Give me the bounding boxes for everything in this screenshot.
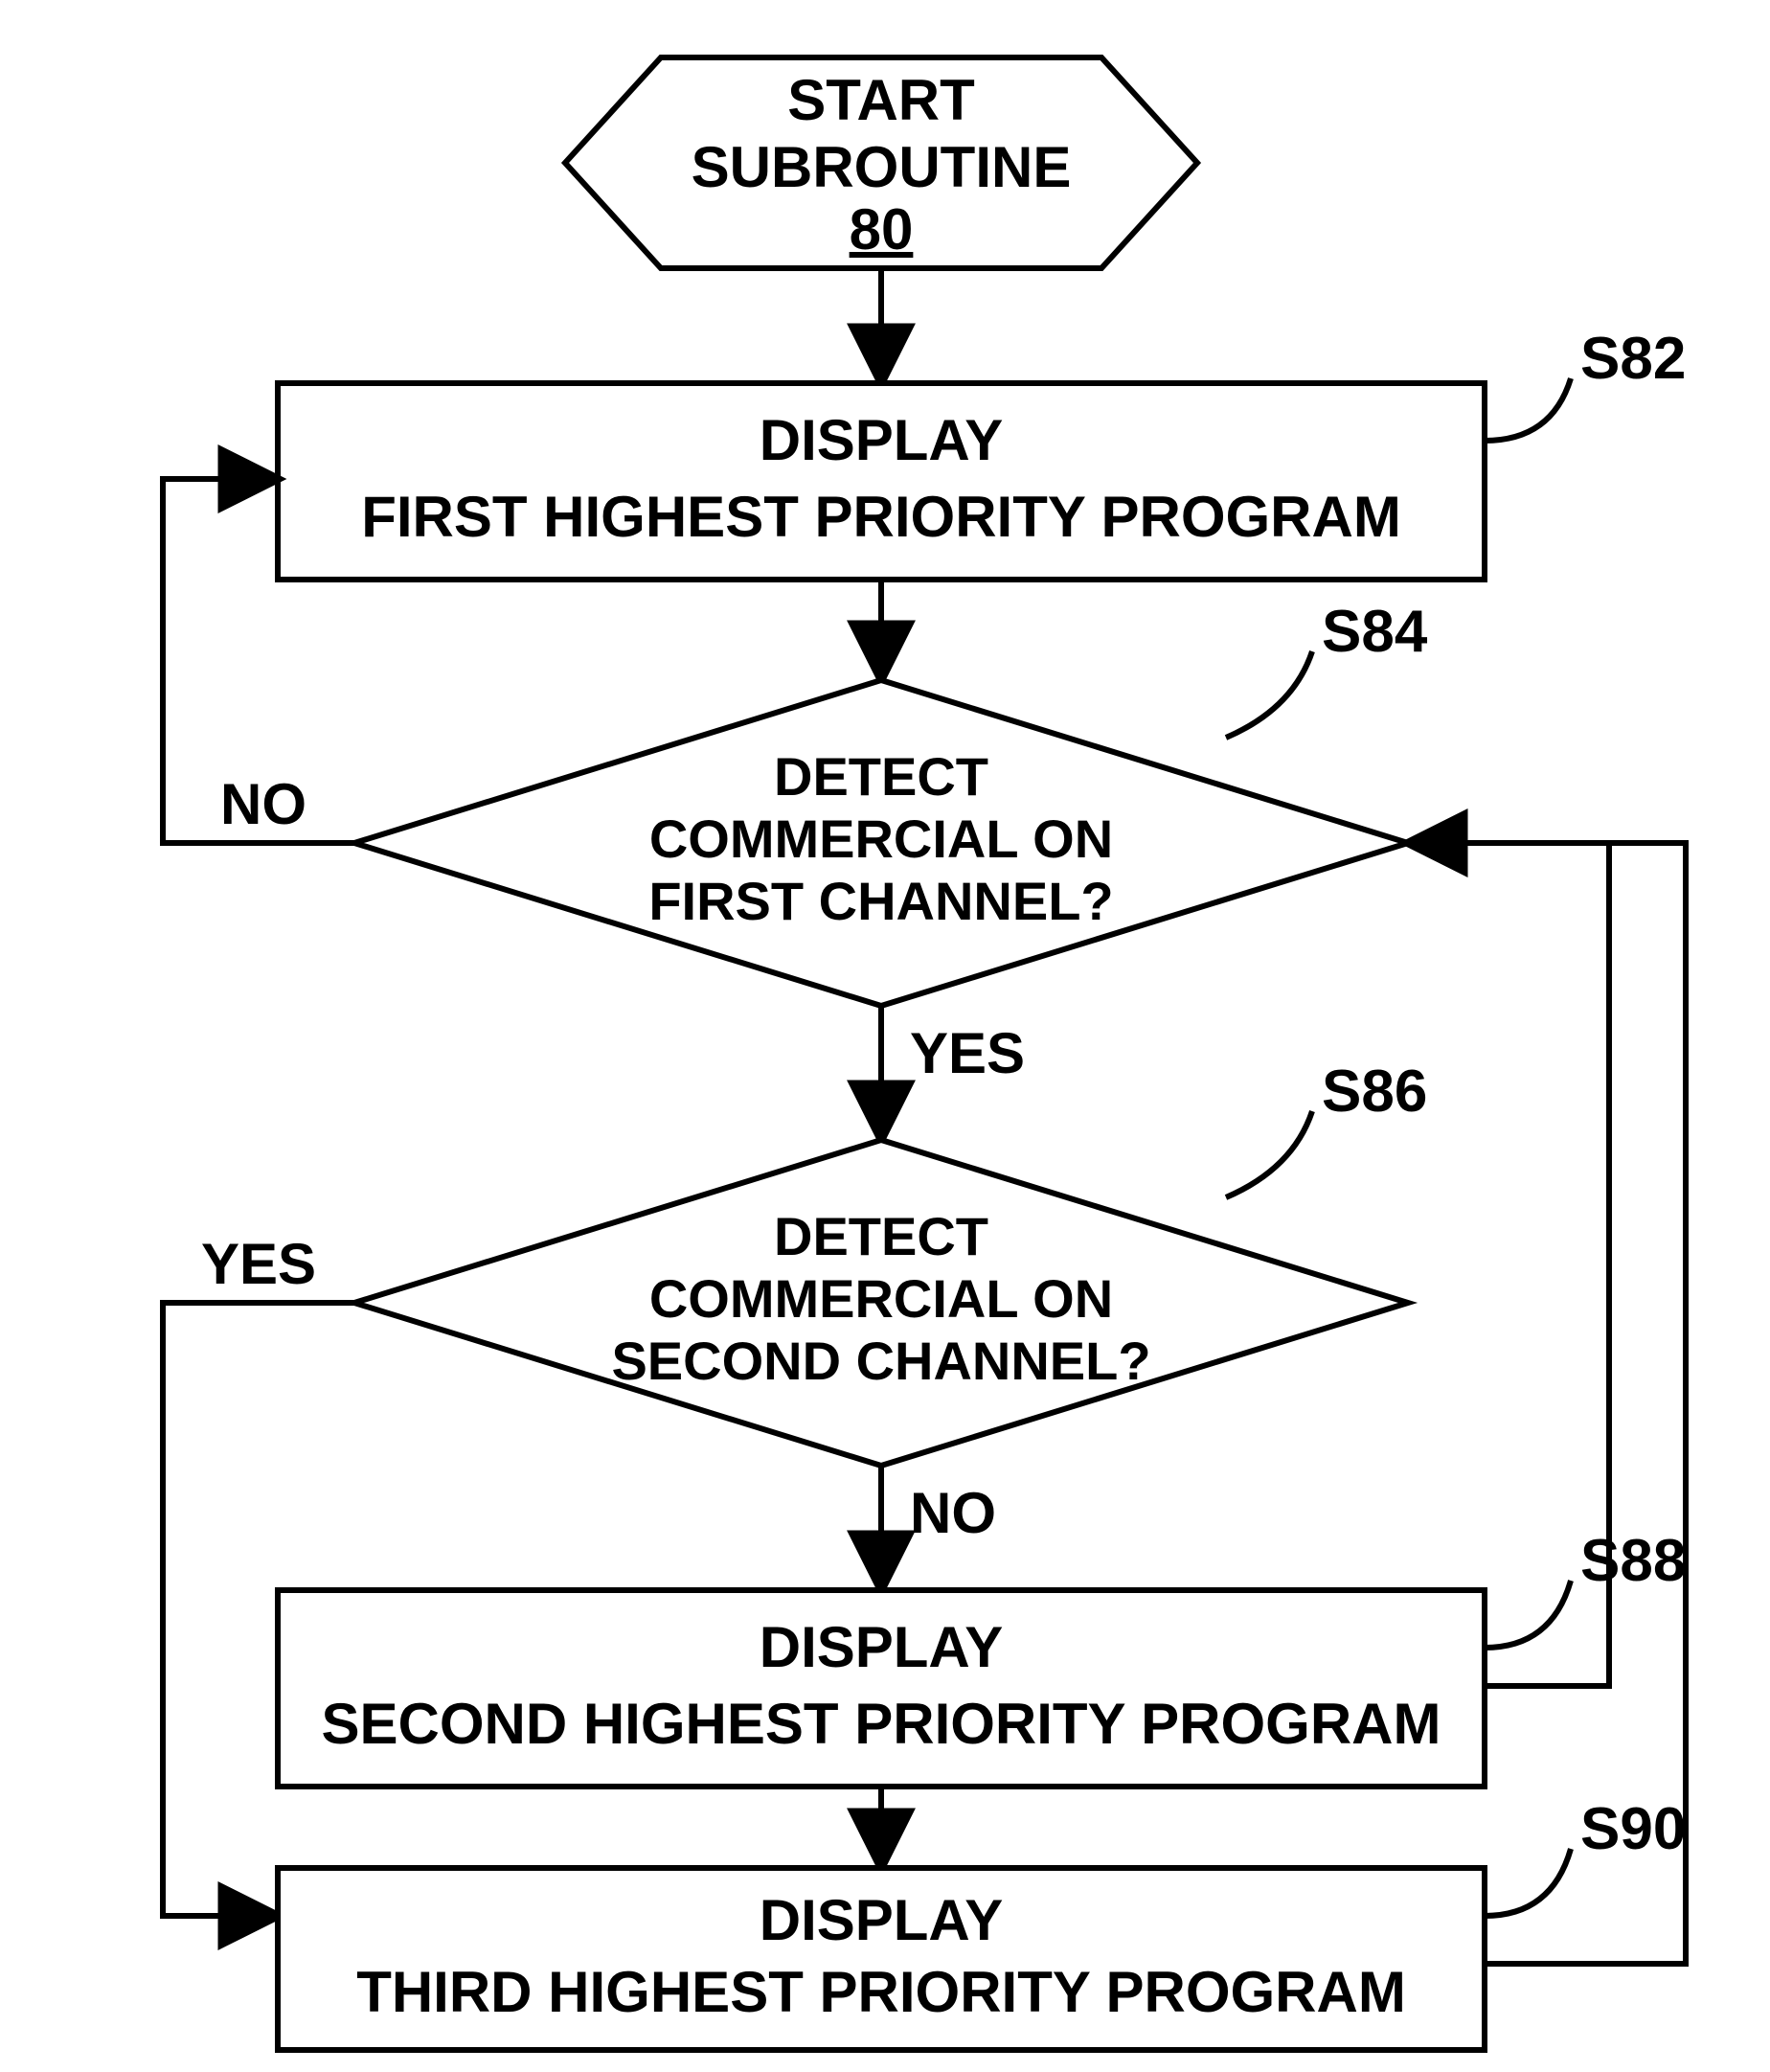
label-s84-no: NO [220, 772, 306, 836]
s84-line2: COMMERCIAL ON [649, 808, 1113, 869]
s86-line1: DETECT [774, 1206, 988, 1266]
callout-s88 [1485, 1581, 1571, 1648]
s84-line3: FIRST CHANNEL? [648, 871, 1113, 931]
s84-line1: DETECT [774, 746, 988, 807]
callout-s90 [1485, 1849, 1571, 1916]
label-s86-no: NO [910, 1481, 996, 1545]
s82-line2: FIRST HIGHEST PRIORITY PROGRAM [361, 485, 1401, 549]
start-ref: 80 [850, 197, 914, 262]
node-s88: DISPLAY SECOND HIGHEST PRIORITY PROGRAM [278, 1590, 1485, 1787]
callout-s84 [1226, 651, 1312, 738]
s90-line2: THIRD HIGHEST PRIORITY PROGRAM [356, 1960, 1406, 2024]
step-label-s82: S82 [1580, 326, 1686, 392]
s90-line1: DISPLAY [760, 1888, 1004, 1952]
node-s84: DETECT COMMERCIAL ON FIRST CHANNEL? [354, 680, 1408, 1006]
node-s86: DETECT COMMERCIAL ON SECOND CHANNEL? [354, 1140, 1408, 1466]
label-s84-yes: YES [910, 1021, 1025, 1085]
step-label-s86: S86 [1322, 1059, 1427, 1125]
step-label-s88: S88 [1580, 1528, 1686, 1594]
start-line2: SUBROUTINE [692, 135, 1072, 199]
step-label-s84: S84 [1322, 599, 1428, 665]
s88-line2: SECOND HIGHEST PRIORITY PROGRAM [321, 1692, 1441, 1756]
step-label-s90: S90 [1580, 1796, 1686, 1862]
node-start: START SUBROUTINE 80 [565, 57, 1197, 268]
s86-line2: COMMERCIAL ON [649, 1268, 1113, 1329]
node-s82: DISPLAY FIRST HIGHEST PRIORITY PROGRAM [278, 383, 1485, 580]
label-s86-yes: YES [201, 1232, 316, 1296]
callout-s86 [1226, 1111, 1312, 1197]
node-s90: DISPLAY THIRD HIGHEST PRIORITY PROGRAM [278, 1868, 1485, 2050]
s82-line1: DISPLAY [760, 408, 1004, 472]
s88-line1: DISPLAY [760, 1615, 1004, 1679]
s86-line3: SECOND CHANNEL? [611, 1331, 1150, 1391]
start-line1: START [787, 68, 975, 132]
flowchart: START SUBROUTINE 80 DISPLAY FIRST HIGHES… [0, 0, 1770, 2072]
callout-s82 [1485, 378, 1571, 441]
